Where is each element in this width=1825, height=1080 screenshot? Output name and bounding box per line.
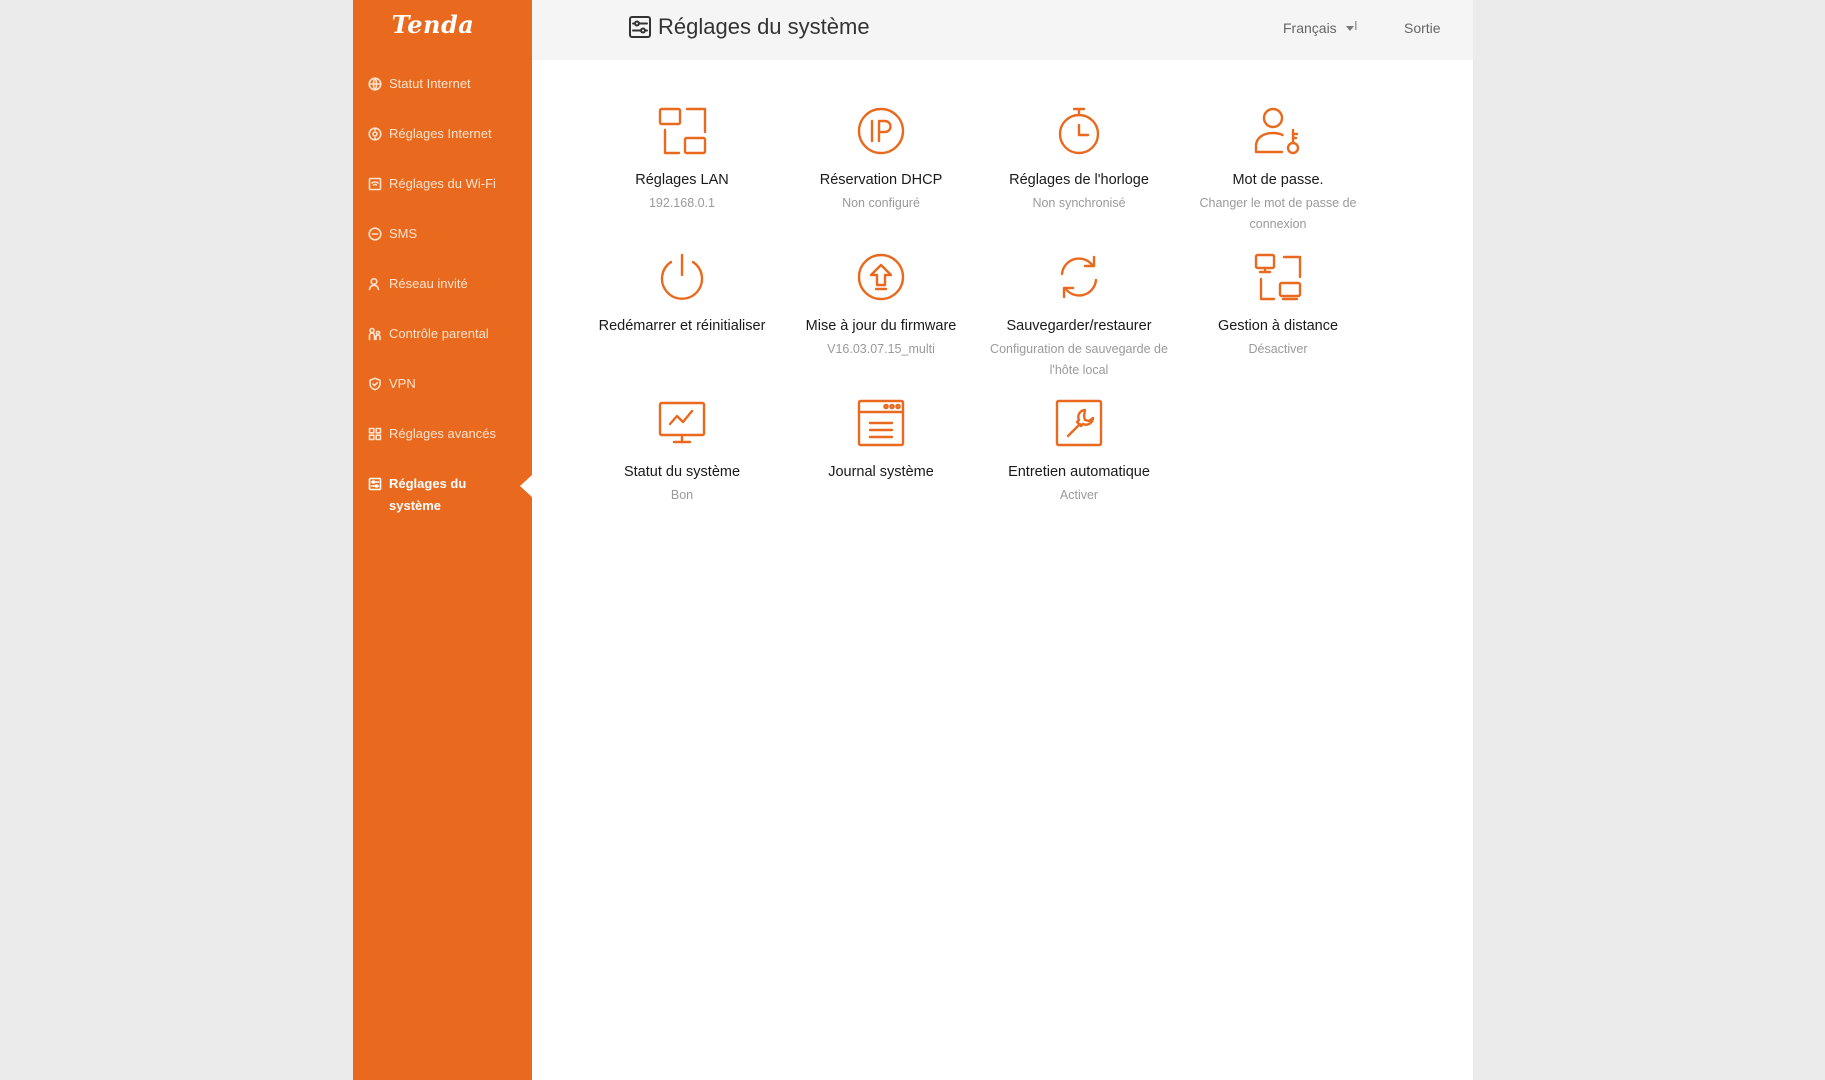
tile-system-status[interactable]: Statut du système Bon: [592, 398, 772, 506]
sidebar-item-advanced-settings[interactable]: Réglages avancés: [368, 423, 518, 445]
tile-subtitle: Changer le mot de passe de connexion: [1199, 196, 1357, 231]
sidebar-item-label: VPN: [389, 376, 416, 391]
tile-auto-maintenance[interactable]: Entretien automatique Activer: [989, 398, 1169, 506]
ip-icon: [857, 107, 905, 155]
monitor-chart-icon: [658, 401, 706, 444]
tile-subtitle: 192.168.0.1: [648, 196, 716, 210]
vpn-shield-icon: [369, 377, 381, 391]
stopwatch-icon: [1058, 107, 1100, 155]
sidebar-item-internet-settings[interactable]: Réglages Internet: [368, 123, 518, 145]
sidebar-item-label: Statut Internet: [389, 76, 471, 91]
sidebar-item-internet-status[interactable]: Statut Internet: [368, 73, 518, 95]
system-settings-icon: [629, 16, 651, 38]
wifi-icon: [368, 177, 382, 191]
sync-icon: [1060, 255, 1098, 299]
tile-system-log[interactable]: Journal système: [791, 398, 971, 483]
sidebar-item-label: Réglages Internet: [389, 126, 492, 141]
tile-subtitle: Bon: [670, 488, 694, 502]
remote-management-icon: [1254, 253, 1302, 301]
sidebar: Tenda Statut Internet Réglages Internet …: [353, 0, 532, 1080]
language-select[interactable]: Français: [1283, 20, 1355, 36]
sidebar-item-vpn[interactable]: VPN: [368, 373, 518, 395]
tenda-logo: Tenda: [391, 10, 475, 39]
tile-password[interactable]: Mot de passe. Changer le mot de passe de…: [1188, 106, 1368, 235]
language-select-value: Français: [1283, 20, 1337, 36]
sidebar-item-label: Contrôle parental: [389, 326, 489, 341]
tile-title: Mise à jour du firmware: [805, 318, 957, 334]
sms-icon: [368, 227, 382, 241]
tile-remote-management[interactable]: Gestion à distance Désactiver: [1188, 252, 1368, 360]
tile-subtitle: V16.03.07.15_multi: [827, 342, 935, 356]
system-settings-icon: [368, 477, 382, 491]
user-key-icon: [1254, 107, 1300, 155]
lan-icon: [658, 107, 707, 155]
header-separator: I: [1354, 18, 1358, 33]
wrench-icon: [1055, 399, 1103, 447]
logout-link[interactable]: Sortie: [1404, 20, 1441, 36]
tile-subtitle: Non configuré: [842, 196, 920, 210]
tile-subtitle: Non synchronisé: [1032, 196, 1126, 210]
sidebar-item-parental-control[interactable]: Contrôle parental: [368, 323, 518, 345]
globe-gear-icon: [368, 127, 382, 141]
router-admin-window: Tenda Statut Internet Réglages Internet …: [353, 0, 1473, 1080]
tile-clock-settings[interactable]: Réglages de l'horloge Non synchronisé: [989, 106, 1169, 214]
tile-lan-settings[interactable]: Réglages LAN 192.168.0.1: [592, 106, 772, 214]
tile-subtitle: Activer: [1059, 488, 1099, 502]
guest-user-icon: [368, 277, 380, 291]
tile-firmware-update[interactable]: Mise à jour du firmware V16.03.07.15_mul…: [791, 252, 971, 360]
tile-subtitle: Désactiver: [1248, 342, 1308, 356]
log-window-icon: [857, 399, 905, 447]
sidebar-item-label: Réseau invité: [389, 276, 468, 291]
active-item-pointer: [520, 475, 532, 497]
power-icon: [660, 253, 704, 300]
tile-title: Réglages LAN: [635, 172, 729, 188]
upgrade-icon: [857, 253, 905, 301]
top-bar: Réglages du système Français I Sortie: [532, 0, 1473, 60]
sidebar-item-sms[interactable]: SMS: [368, 223, 518, 245]
tile-title: Réglages de l'horloge: [1009, 172, 1149, 188]
sidebar-item-label: Réglages du système: [389, 476, 467, 513]
tile-dhcp-reservation[interactable]: Réservation DHCP Non configuré: [791, 106, 971, 214]
tile-title: Entretien automatique: [1008, 464, 1150, 480]
tile-title: Réservation DHCP: [819, 172, 943, 188]
sidebar-item-guest-network[interactable]: Réseau invité: [368, 273, 518, 295]
sidebar-item-label: Réglages avancés: [389, 426, 496, 441]
parental-icon: [368, 327, 381, 341]
tile-backup-restore[interactable]: Sauvegarder/restaurer Configuration de s…: [989, 252, 1169, 381]
tile-title: Journal système: [828, 464, 934, 480]
tile-title: Redémarrer et réinitialiser: [598, 318, 766, 334]
tile-title: Sauvegarder/restaurer: [1006, 318, 1152, 334]
sidebar-item-label: Réglages du Wi-Fi: [389, 176, 496, 191]
grid-icon: [368, 427, 382, 441]
tile-subtitle: Configuration de sauvegarde de l'hôte lo…: [990, 342, 1168, 377]
tile-title: Gestion à distance: [1217, 318, 1339, 334]
tile-title: Statut du système: [623, 464, 741, 480]
page-title: Réglages du système: [628, 14, 870, 40]
tile-reboot-reset[interactable]: Redémarrer et réinitialiser: [592, 252, 772, 337]
page-title-text: Réglages du système: [658, 14, 870, 39]
sidebar-item-system-settings[interactable]: Réglages du système: [368, 473, 518, 517]
sidebar-item-wifi-settings[interactable]: Réglages du Wi-Fi: [368, 173, 518, 195]
globe-icon: [368, 77, 382, 91]
sidebar-item-label: SMS: [389, 226, 418, 241]
tile-title: Mot de passe.: [1232, 172, 1324, 188]
